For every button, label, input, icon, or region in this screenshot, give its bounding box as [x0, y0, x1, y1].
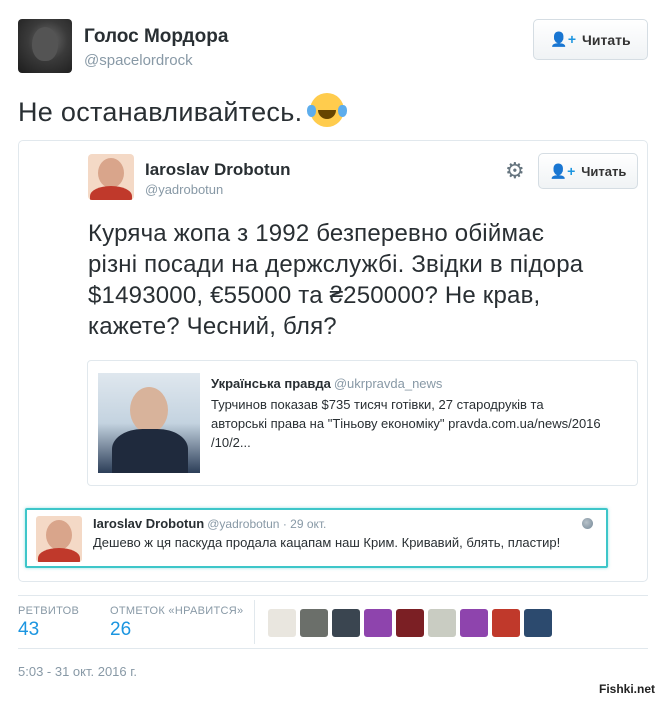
watermark: Fishki.net: [599, 682, 656, 696]
embedded-tweet-text: Куряча жопа з 1992 безперевно обіймає рі…: [88, 218, 638, 342]
liker-avatars: [268, 609, 552, 637]
add-user-icon: 👤+: [549, 162, 576, 179]
divider: [18, 595, 648, 596]
tweet-text-content: Не останавливайтесь.: [18, 97, 303, 127]
reply-author-avatar[interactable]: [36, 516, 82, 562]
likes-count[interactable]: 26: [110, 619, 131, 641]
liker-avatar[interactable]: [268, 609, 296, 637]
author-handle[interactable]: @spacelordrock: [84, 52, 193, 69]
liker-avatar[interactable]: [332, 609, 360, 637]
embedded-text-line: $1493000, €55000 та ₴250000? Не крав,: [88, 282, 541, 309]
quoted-text-line: /10/2...: [211, 435, 251, 450]
tears-of-joy-emoji-icon: [307, 93, 345, 127]
liker-avatar[interactable]: [300, 609, 328, 637]
embedded-author-name[interactable]: Iaroslav Drobotun: [145, 160, 290, 180]
quoted-text-line: Турчинов показав $735 тисяч готівки, 27 …: [211, 397, 544, 412]
author-avatar[interactable]: [18, 19, 72, 73]
add-user-icon: 👤+: [550, 31, 577, 47]
follow-button[interactable]: 👤+ Читать: [533, 19, 648, 60]
likes-label[interactable]: ОТМЕТОК «НРАВИТСЯ»: [110, 605, 243, 617]
quoted-thumbnail[interactable]: [98, 373, 200, 473]
embedded-text-line: кажете? Чесний, бля?: [88, 313, 337, 340]
embedded-follow-button[interactable]: 👤+ Читать: [538, 153, 638, 189]
retweets-label[interactable]: РЕТВИТОВ: [18, 605, 79, 617]
quoted-source-handle: @ukrpravda_news: [333, 376, 443, 391]
author-name[interactable]: Голос Мордора: [84, 26, 228, 48]
globe-icon: [582, 518, 593, 529]
liker-avatar[interactable]: [396, 609, 424, 637]
embedded-author-handle[interactable]: @yadrobotun: [145, 182, 223, 197]
tweet-timestamp[interactable]: 5:03 - 31 окт. 2016 г.: [18, 664, 137, 679]
follow-button-label: Читать: [582, 31, 631, 48]
retweets-count[interactable]: 43: [18, 619, 39, 641]
reply-meta: @yadrobotun · 29 окт.: [207, 517, 327, 531]
tweet-text: Не останавливайтесь.: [18, 93, 345, 128]
reply-header: Iaroslav Drobotun @yadrobotun · 29 окт.: [93, 516, 326, 531]
embedded-text-line: різні посади на держслужбі. Звідки в під…: [88, 251, 584, 278]
embedded-author-avatar[interactable]: [88, 154, 134, 200]
stats-separator: [254, 600, 255, 644]
embedded-text-line: Куряча жопа з 1992 безперевно обіймає: [88, 220, 545, 247]
gear-icon[interactable]: ⚙: [505, 159, 525, 183]
quoted-text-line: авторські права на "Тіньову економіку" p…: [211, 416, 601, 431]
liker-avatar[interactable]: [364, 609, 392, 637]
quoted-source[interactable]: Українська правда @ukrpravda_news: [211, 376, 442, 391]
quoted-text: Турчинов показав $735 тисяч готівки, 27 …: [211, 395, 631, 452]
reply-text: Дешево ж ця паскуда продала кацапам наш …: [93, 535, 561, 550]
quoted-source-name: Українська правда: [211, 376, 331, 391]
divider: [18, 648, 648, 649]
reply-author-name[interactable]: Iaroslav Drobotun: [93, 516, 204, 531]
liker-avatar[interactable]: [524, 609, 552, 637]
liker-avatar[interactable]: [492, 609, 520, 637]
liker-avatar[interactable]: [460, 609, 488, 637]
embedded-follow-button-label: Читать: [581, 163, 627, 179]
liker-avatar[interactable]: [428, 609, 456, 637]
